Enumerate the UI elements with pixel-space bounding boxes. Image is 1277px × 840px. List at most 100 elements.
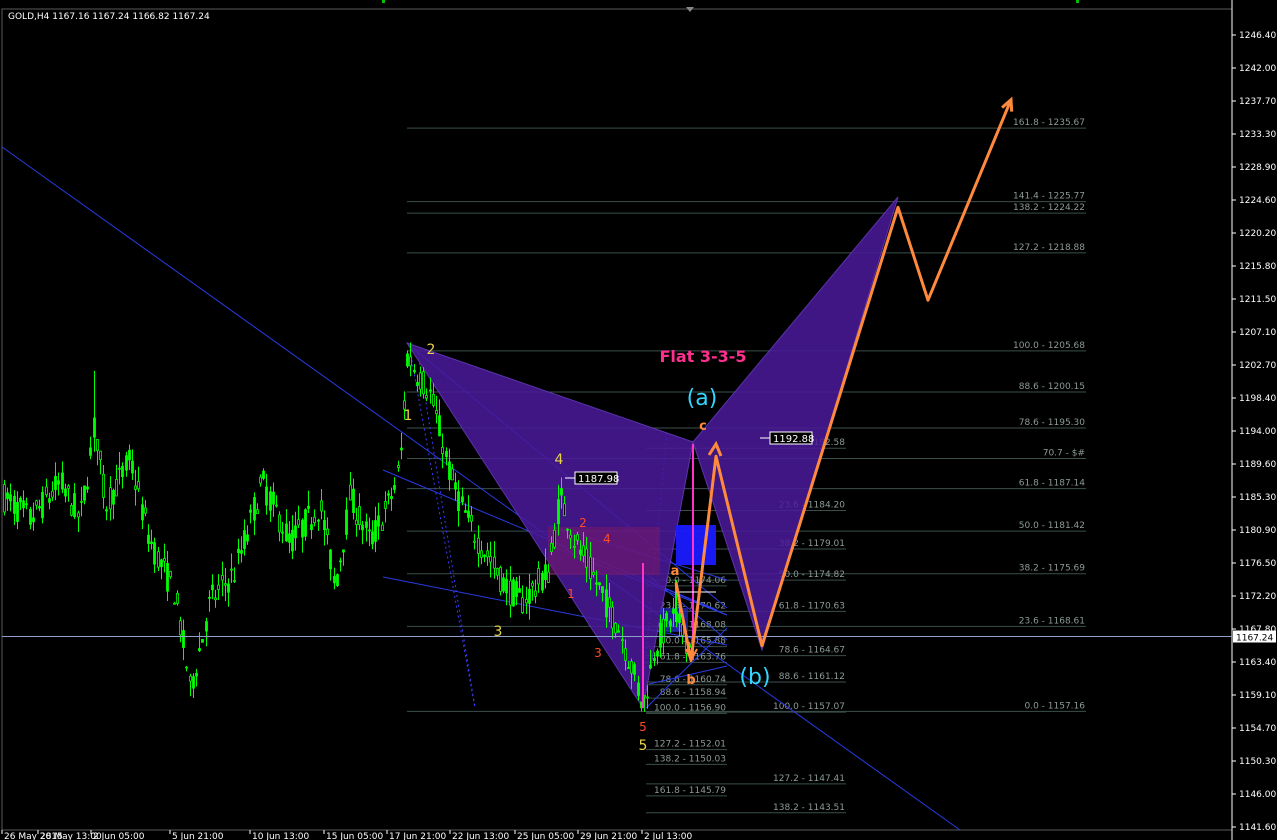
candle-body — [646, 696, 649, 699]
price-tick-label: 1202.70 — [1239, 361, 1276, 371]
candle — [99, 450, 102, 475]
candle-body — [473, 540, 476, 543]
candle-body — [131, 460, 134, 474]
time-tick-label: 2 Jun 05:00 — [93, 832, 145, 840]
fib-right-label: 161.8 - 1235.67 — [1013, 118, 1085, 128]
candle-body — [355, 519, 358, 525]
candle — [473, 533, 476, 550]
candle — [70, 502, 73, 517]
candle-body — [137, 481, 140, 490]
fib-mid-label: 61.8 - 1170.63 — [779, 601, 845, 611]
candle — [521, 585, 524, 615]
candle-body — [419, 372, 422, 390]
candle — [83, 485, 86, 505]
fib-right-label: 70.7 - $# — [1043, 448, 1085, 458]
candle — [339, 557, 342, 572]
candle-body — [64, 488, 67, 497]
candle — [89, 436, 92, 460]
candle-body — [19, 497, 22, 503]
candle — [118, 451, 121, 485]
price-tick-label: 1207.10 — [1239, 328, 1276, 338]
candle-body — [150, 541, 153, 544]
candle — [445, 447, 448, 466]
candle-body — [633, 664, 636, 675]
price-tick-label: 1163.40 — [1239, 658, 1276, 668]
candle-body — [499, 567, 502, 592]
candle-body — [429, 389, 432, 392]
fib-mid-label: 127.2 - 1147.41 — [773, 774, 845, 784]
fib-mid-label: 78.6 - 1164.67 — [779, 646, 845, 656]
candle-body — [653, 657, 656, 662]
price-box-text: 1187.98 — [578, 474, 619, 485]
candle-body — [80, 500, 83, 503]
candle-body — [237, 548, 240, 553]
time-tick-label: 22 Jun 13:00 — [452, 832, 509, 840]
candle — [195, 668, 198, 687]
fib-mid-label: 88.6 - 1161.12 — [779, 672, 845, 682]
fib-right-label: 88.6 - 1200.15 — [1019, 382, 1085, 392]
candle-body — [48, 498, 51, 503]
candle-body — [121, 465, 124, 478]
price-tick-label: 1141.60 — [1239, 823, 1276, 833]
price-tick-label: 1242.00 — [1239, 64, 1276, 74]
candle — [22, 490, 25, 518]
candle-body — [105, 509, 108, 512]
candle-body — [413, 370, 416, 373]
wave-label-red: 3 — [594, 646, 602, 660]
candle — [361, 520, 364, 545]
candle-body — [496, 568, 499, 576]
candle — [240, 536, 243, 563]
time-tick-label: 17 Jun 21:00 — [389, 832, 446, 840]
candle-body — [397, 465, 400, 468]
candle-body — [678, 613, 681, 624]
candle-body — [93, 417, 96, 438]
candle-body — [518, 588, 521, 593]
candle-body — [390, 496, 393, 500]
candle-body — [102, 473, 105, 498]
fib-left-label: 138.2 - 1150.03 — [654, 754, 726, 764]
candle-body — [339, 560, 342, 563]
candle-body — [486, 550, 489, 558]
candle-body — [198, 648, 201, 652]
candle-body — [6, 492, 9, 500]
candle — [323, 510, 326, 546]
time-tick-label: 2 Jul 13:00 — [644, 832, 693, 840]
candle-body — [153, 542, 156, 565]
price-chart[interactable]: GOLD,H4 1167.16 1167.24 1166.82 1167.24 … — [0, 0, 1277, 840]
candle-body — [173, 602, 176, 605]
candle-body — [550, 542, 553, 553]
candle — [201, 638, 204, 643]
candle-body — [301, 519, 304, 538]
price-tick-label: 1211.50 — [1239, 295, 1276, 305]
candle-body — [637, 682, 640, 696]
fib-right-label: 100.0 - 1205.68 — [1013, 341, 1085, 351]
candle-body — [400, 447, 403, 451]
candle — [368, 517, 371, 547]
candle-body — [288, 533, 291, 543]
price-tick-label: 1180.90 — [1239, 526, 1276, 536]
candle — [198, 632, 201, 652]
candle-body — [211, 584, 214, 591]
candle-body — [176, 592, 179, 604]
candle-body — [291, 529, 294, 552]
candle-body — [435, 410, 438, 415]
candle — [57, 472, 60, 496]
candle — [342, 549, 345, 566]
candle-body — [310, 524, 313, 531]
candle-body — [521, 597, 524, 613]
candle-body — [601, 586, 604, 593]
candle-body — [489, 556, 492, 563]
candle-body — [336, 574, 339, 587]
candle-body — [614, 622, 617, 634]
candle-body — [502, 577, 505, 592]
candle — [29, 506, 32, 530]
fib-left-label: 161.8 - 1145.79 — [654, 786, 726, 796]
candle — [371, 520, 374, 550]
candle-body — [147, 534, 150, 544]
candle-body — [118, 467, 121, 470]
candle-body — [25, 503, 28, 506]
candle-body — [160, 559, 163, 568]
candle-body — [313, 516, 316, 524]
candle-body — [96, 439, 99, 451]
wave-label-red: 4 — [603, 532, 611, 546]
